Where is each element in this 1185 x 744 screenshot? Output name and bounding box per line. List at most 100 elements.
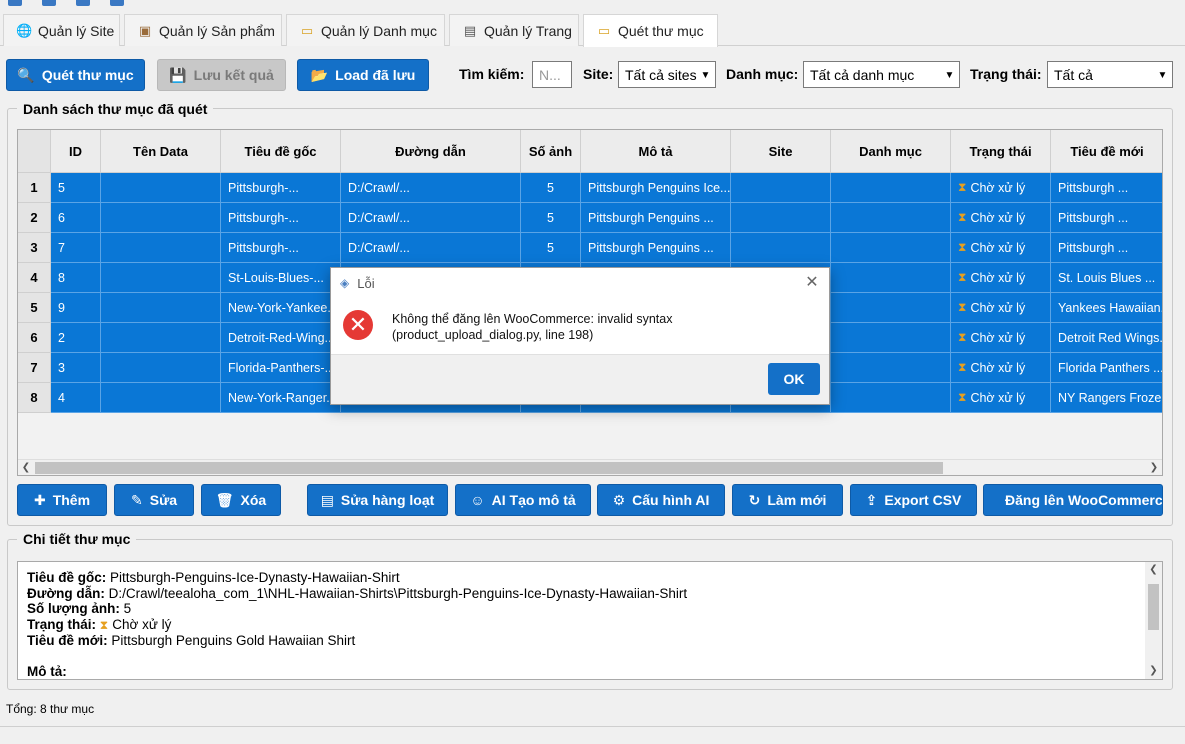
table-cell[interactable]: New-York-Yankee... <box>221 293 341 323</box>
row-number[interactable]: 2 <box>18 203 51 233</box>
table-cell[interactable]: ⧗ Chờ xử lý <box>951 383 1051 413</box>
row-number[interactable]: 5 <box>18 293 51 323</box>
edit-button[interactable]: ✎ Sửa <box>114 484 194 516</box>
col-header[interactable]: Tên Data <box>101 130 221 173</box>
table-cell[interactable] <box>831 233 951 263</box>
col-header[interactable]: Tiêu đề mới <box>1051 130 1162 173</box>
table-cell[interactable]: Pittsburgh ... <box>1051 173 1162 203</box>
tab-categories[interactable]: ▭ Quản lý Danh mục <box>286 14 445 46</box>
row-number[interactable]: 4 <box>18 263 51 293</box>
table-cell[interactable]: D:/Crawl/... <box>341 173 521 203</box>
refresh-button[interactable]: ↻ Làm mới <box>732 484 843 516</box>
col-header[interactable]: ID <box>51 130 101 173</box>
export-csv-button[interactable]: ⇪ Export CSV <box>850 484 977 516</box>
table-row[interactable]: 1 5 Pittsburgh-... D:/Crawl/... 5 Pittsburgh … <box>18 173 1162 203</box>
table-cell[interactable] <box>101 323 221 353</box>
table-cell[interactable]: D:/Crawl/... <box>341 233 521 263</box>
table-cell[interactable]: 5 <box>521 203 581 233</box>
table-cell[interactable] <box>831 173 951 203</box>
col-header[interactable]: Số ảnh <box>521 130 581 173</box>
table-cell[interactable] <box>731 233 831 263</box>
table-cell[interactable]: D:/Crawl/... <box>341 203 521 233</box>
chevron-right-icon[interactable]: ❯ <box>1146 460 1162 475</box>
horizontal-scrollbar[interactable]: ❮ ❯ <box>18 459 1162 475</box>
table-cell[interactable] <box>831 323 951 353</box>
table-cell[interactable]: 7 <box>51 233 101 263</box>
table-row[interactable]: 2 6 Pittsburgh-... D:/Crawl/... 5 Pittsburgh … <box>18 203 1162 233</box>
table-cell[interactable] <box>101 383 221 413</box>
table-cell[interactable]: Detroit-Red-Wing... <box>221 323 341 353</box>
table-cell[interactable]: Pittsburgh Penguins ... <box>581 233 731 263</box>
table-cell[interactable]: Florida-Panthers-... <box>221 353 341 383</box>
table-cell[interactable]: ⧗ Chờ xử lý <box>951 173 1051 203</box>
search-input[interactable]: N... <box>532 61 572 88</box>
table-cell[interactable]: Pittsburgh-... <box>221 173 341 203</box>
col-header[interactable]: Đường dẫn <box>341 130 521 173</box>
table-cell[interactable] <box>831 383 951 413</box>
table-cell[interactable] <box>831 263 951 293</box>
table-cell[interactable]: St-Louis-Blues-... <box>221 263 341 293</box>
table-cell[interactable]: 5 <box>51 173 101 203</box>
category-filter-select[interactable]: Tất cả danh mục ▼ <box>803 61 960 88</box>
table-cell[interactable]: 2 <box>51 323 101 353</box>
table-cell[interactable] <box>101 293 221 323</box>
delete-button[interactable]: 🗑 Xóa <box>201 484 281 516</box>
table-cell[interactable]: Detroit Red Wings... <box>1051 323 1162 353</box>
table-cell[interactable] <box>731 173 831 203</box>
upload-woocommerce-button[interactable]: Đăng lên WooCommerce <box>983 484 1163 516</box>
table-cell[interactable] <box>731 203 831 233</box>
table-cell[interactable]: 3 <box>51 353 101 383</box>
scroll-thumb[interactable] <box>1148 584 1159 630</box>
table-cell[interactable]: Pittsburgh-... <box>221 203 341 233</box>
table-cell[interactable] <box>831 353 951 383</box>
col-header[interactable]: Tiêu đề gốc <box>221 130 341 173</box>
table-cell[interactable]: ⧗ Chờ xử lý <box>951 233 1051 263</box>
table-cell[interactable]: ⧗ Chờ xử lý <box>951 293 1051 323</box>
col-header[interactable]: Danh mục <box>831 130 951 173</box>
table-cell[interactable]: New-York-Ranger... <box>221 383 341 413</box>
table-cell[interactable]: Pittsburgh ... <box>1051 233 1162 263</box>
row-number[interactable]: 3 <box>18 233 51 263</box>
row-number[interactable]: 1 <box>18 173 51 203</box>
table-cell[interactable]: ⧗ Chờ xử lý <box>951 353 1051 383</box>
tab-products[interactable]: ▣ Quản lý Sản phẩm <box>124 14 282 46</box>
table-cell[interactable]: Pittsburgh ... <box>1051 203 1162 233</box>
status-filter-select[interactable]: Tất cả ▼ <box>1047 61 1173 88</box>
table-cell[interactable] <box>101 233 221 263</box>
site-filter-select[interactable]: Tất cả sites ▼ <box>618 61 716 88</box>
row-number[interactable]: 8 <box>18 383 51 413</box>
chevron-left-icon[interactable]: ❮ <box>18 460 34 475</box>
table-cell[interactable]: Yankees Hawaiian... <box>1051 293 1162 323</box>
save-results-button[interactable]: 💾 Lưu kết quả <box>157 59 286 91</box>
table-cell[interactable]: 4 <box>51 383 101 413</box>
table-cell[interactable] <box>101 173 221 203</box>
table-cell[interactable]: ⧗ Chờ xử lý <box>951 263 1051 293</box>
table-cell[interactable]: 5 <box>521 233 581 263</box>
table-cell[interactable]: Pittsburgh Penguins Ice... <box>581 173 731 203</box>
table-cell[interactable] <box>831 203 951 233</box>
table-cell[interactable]: ⧗ Chờ xử lý <box>951 323 1051 353</box>
table-cell[interactable]: 8 <box>51 263 101 293</box>
table-row[interactable]: 3 7 Pittsburgh-... D:/Crawl/... 5 Pittsburgh … <box>18 233 1162 263</box>
chevron-down-icon[interactable]: ❯ <box>1145 663 1162 679</box>
ok-button[interactable]: OK <box>768 363 820 395</box>
table-cell[interactable]: St. Louis Blues ... <box>1051 263 1162 293</box>
table-cell[interactable]: Florida Panthers ... <box>1051 353 1162 383</box>
table-cell[interactable]: Pittsburgh-... <box>221 233 341 263</box>
vertical-scrollbar[interactable]: ❮ ❯ <box>1145 562 1162 679</box>
table-cell[interactable]: NY Rangers Froze... <box>1051 383 1162 413</box>
row-number[interactable]: 7 <box>18 353 51 383</box>
col-header[interactable]: Site <box>731 130 831 173</box>
bulk-edit-button[interactable]: ▤ Sửa hàng loạt <box>307 484 448 516</box>
table-cell[interactable]: Pittsburgh Penguins ... <box>581 203 731 233</box>
scan-folder-button[interactable]: 🔍 Quét thư mục <box>6 59 145 91</box>
tab-scan-folder[interactable]: ▭ Quét thư mục <box>583 14 718 47</box>
table-cell[interactable] <box>101 353 221 383</box>
table-cell[interactable]: ⧗ Chờ xử lý <box>951 203 1051 233</box>
col-header[interactable]: Mô tả <box>581 130 731 173</box>
table-cell[interactable] <box>101 203 221 233</box>
chevron-up-icon[interactable]: ❮ <box>1145 562 1162 578</box>
col-header[interactable]: Trạng thái <box>951 130 1051 173</box>
ai-description-button[interactable]: ☺ AI Tạo mô tả <box>455 484 591 516</box>
scroll-thumb[interactable] <box>35 462 943 474</box>
